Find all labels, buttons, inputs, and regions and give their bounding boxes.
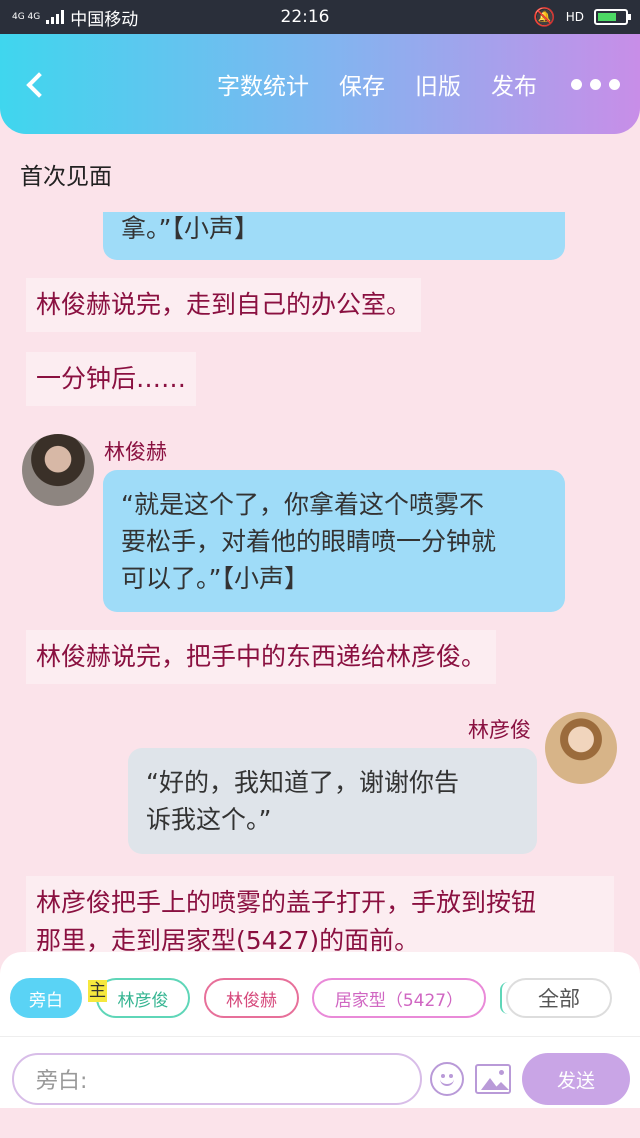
narration-text: 那里，走到居家型(5427)的面前。 [36,926,420,952]
status-right: 🔕 HD [368,6,631,28]
signal-label: 4G 4G [12,11,41,22]
emoji-icon[interactable] [430,1062,464,1096]
message-input[interactable]: 旁白: [12,1053,422,1105]
narration-line[interactable]: 一分钟后…… [26,352,197,406]
document-title: 首次见面 [20,164,112,190]
narration-line[interactable]: 林彦俊把手上的喷雾的盖子打开，手放到按钮 那里，走到居家型(5427)的面前。 [26,876,614,952]
more-dots-icon[interactable] [571,78,620,90]
status-left: 4G 4G 中国移动 [12,5,272,30]
image-icon[interactable] [475,1064,511,1094]
speaker-name: 林彦俊 [468,718,531,742]
status-time: 22:16 [280,7,330,27]
dialogue-text: 可以了。”【小声】 [121,564,309,593]
role-chip-lin-yanjun[interactable]: 林彦俊 [96,978,190,1018]
carrier-name: 中国移动 [70,9,139,30]
dialogue-text: “好的，我知道了，谢谢你告 [146,768,459,797]
old-version-button[interactable]: 旧版 [415,67,461,101]
role-chip-narration[interactable]: 旁白 [10,978,82,1018]
dialogue-bubble[interactable]: “就是这个了，你拿着这个喷雾不 要松手，对着他的眼睛喷一分钟就 可以了。”【小声… [103,470,565,612]
dialogue-text: 拿。”【小声】 [121,214,259,243]
composer-panel: 旁白 林彦俊 林俊赫 居家型（5427） 全部 旁白: 发送 [0,952,640,1108]
divider [0,1036,640,1037]
narration-text: 林彦俊把手上的喷雾的盖子打开，手放到按钮 [36,888,537,917]
hd-call-icon: HD [565,10,584,24]
dialogue-bubble[interactable]: “好的，我知道了，谢谢你告 诉我这个。” [128,748,537,854]
role-chip-jujiaxing[interactable]: 居家型（5427） [312,978,486,1018]
narration-text: 林俊赫说完，把手中的东西递给林彦俊。 [36,642,487,671]
dialogue-text: 要松手，对着他的眼睛喷一分钟就 [121,527,497,556]
narration-line[interactable]: 林俊赫说完，走到自己的办公室。 [26,278,422,332]
send-button[interactable]: 发送 [522,1053,630,1105]
story-content[interactable]: 拿。”【小声】 林俊赫说完，走到自己的办公室。 一分钟后…… 林俊赫 “就是这个… [0,212,640,952]
word-count-button[interactable]: 字数统计 [217,67,309,101]
main-role-tag: 主 [88,980,107,1002]
avatar[interactable] [545,712,617,784]
dialogue-text: 诉我这个。” [146,805,272,834]
dialogue-bubble[interactable]: 拿。”【小声】 [103,212,565,260]
battery-icon [594,9,631,25]
speaker-name: 林俊赫 [104,440,167,464]
toolbar-actions: 字数统计 保存 旧版 发布 [217,67,620,101]
back-chevron-icon[interactable] [18,64,58,104]
top-toolbar: 字数统计 保存 旧版 发布 [0,34,640,134]
all-roles-button[interactable]: 全部 [506,978,612,1018]
bottom-strip [0,1108,640,1138]
narration-text: 林俊赫说完，走到自己的办公室。 [36,290,412,319]
narration-text: 一分钟后…… [36,364,187,393]
avatar[interactable] [22,434,94,506]
signal-icon [46,10,65,24]
save-button[interactable]: 保存 [339,67,385,101]
mute-bell-icon: 🔕 [533,6,556,28]
narration-line[interactable]: 林俊赫说完，把手中的东西递给林彦俊。 [26,630,497,684]
publish-button[interactable]: 发布 [491,67,537,101]
dialogue-text: “就是这个了，你拿着这个喷雾不 [121,490,484,519]
role-chip-lin-junhe[interactable]: 林俊赫 [204,978,299,1018]
status-bar: 4G 4G 中国移动 22:16 🔕 HD [0,0,640,34]
